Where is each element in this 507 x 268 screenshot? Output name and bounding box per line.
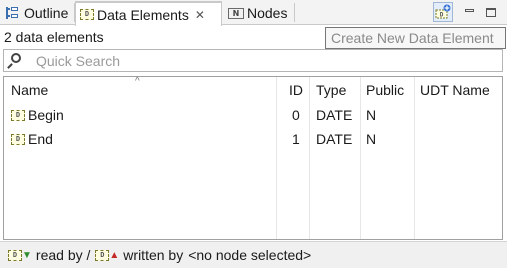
row-public: N	[366, 131, 377, 147]
data-element-icon: D	[11, 133, 25, 145]
tab-divider	[294, 3, 295, 22]
outline-icon	[4, 5, 20, 21]
minimize-icon	[464, 8, 474, 12]
column-divider	[276, 77, 277, 239]
svg-text:D: D	[440, 12, 444, 19]
maximize-button[interactable]	[481, 2, 501, 22]
create-data-element-button[interactable]: D	[433, 2, 453, 22]
row-id: 1	[292, 131, 300, 147]
column-divider	[309, 77, 310, 239]
column-divider	[360, 77, 361, 239]
read-arrow-icon: ▼	[22, 249, 32, 261]
search-icon	[4, 50, 26, 71]
column-divider	[414, 77, 415, 239]
data-element-icon: D	[8, 249, 22, 261]
data-element-icon: D	[80, 9, 94, 20]
data-element-icon: D	[11, 109, 25, 121]
row-name: Begin	[28, 107, 64, 123]
row-name: End	[28, 131, 53, 147]
new-data-element-icon: D	[435, 4, 451, 19]
column-header-udt-name[interactable]: UDT Name	[420, 77, 500, 102]
row-id: 0	[292, 107, 300, 123]
tab-outline-label: Outline	[24, 5, 69, 21]
minimize-button[interactable]	[459, 2, 479, 22]
quick-search-input[interactable]	[36, 52, 496, 69]
status-bar: D ▼ read by / D ▲ written by <no node se…	[0, 241, 507, 268]
column-header-type[interactable]: Type	[316, 77, 356, 102]
tab-nodes-label: Nodes	[247, 5, 288, 21]
close-icon[interactable]: ✕	[195, 8, 205, 22]
written-by-label: written by	[123, 247, 184, 263]
row-type: DATE	[316, 131, 353, 147]
tab-nodes[interactable]: N Nodes	[224, 1, 294, 25]
column-header-id[interactable]: ID	[289, 77, 309, 102]
write-arrow-icon: ▲	[109, 249, 120, 261]
node-icon: N	[228, 7, 244, 19]
data-element-count: 2 data elements	[4, 29, 104, 45]
data-element-icon: D	[95, 249, 110, 261]
tab-outline[interactable]: Outline	[0, 1, 74, 25]
column-header-name[interactable]: Name	[11, 77, 271, 102]
table-row[interactable]: D End 1 DATE N	[4, 127, 502, 151]
table-row[interactable]: D Begin 0 DATE N	[4, 103, 502, 127]
maximize-icon	[486, 7, 496, 17]
selection-status: <no node selected>	[188, 247, 312, 263]
quick-search-box	[3, 49, 503, 72]
tooltip: Create New Data Element	[325, 27, 506, 49]
tab-data-elements[interactable]: D Data Elements ✕	[75, 1, 222, 26]
read-by-label: read by /	[35, 247, 91, 263]
row-type: DATE	[316, 107, 353, 123]
view-tab-bar: Outline D Data Elements ✕ N Nodes D	[0, 0, 507, 26]
data-elements-table: ^ Name ID Type Public UDT Name D Begin 0…	[3, 76, 503, 240]
row-public: N	[366, 107, 377, 123]
tab-data-elements-label: Data Elements	[97, 6, 189, 23]
column-header-public[interactable]: Public	[366, 77, 411, 102]
